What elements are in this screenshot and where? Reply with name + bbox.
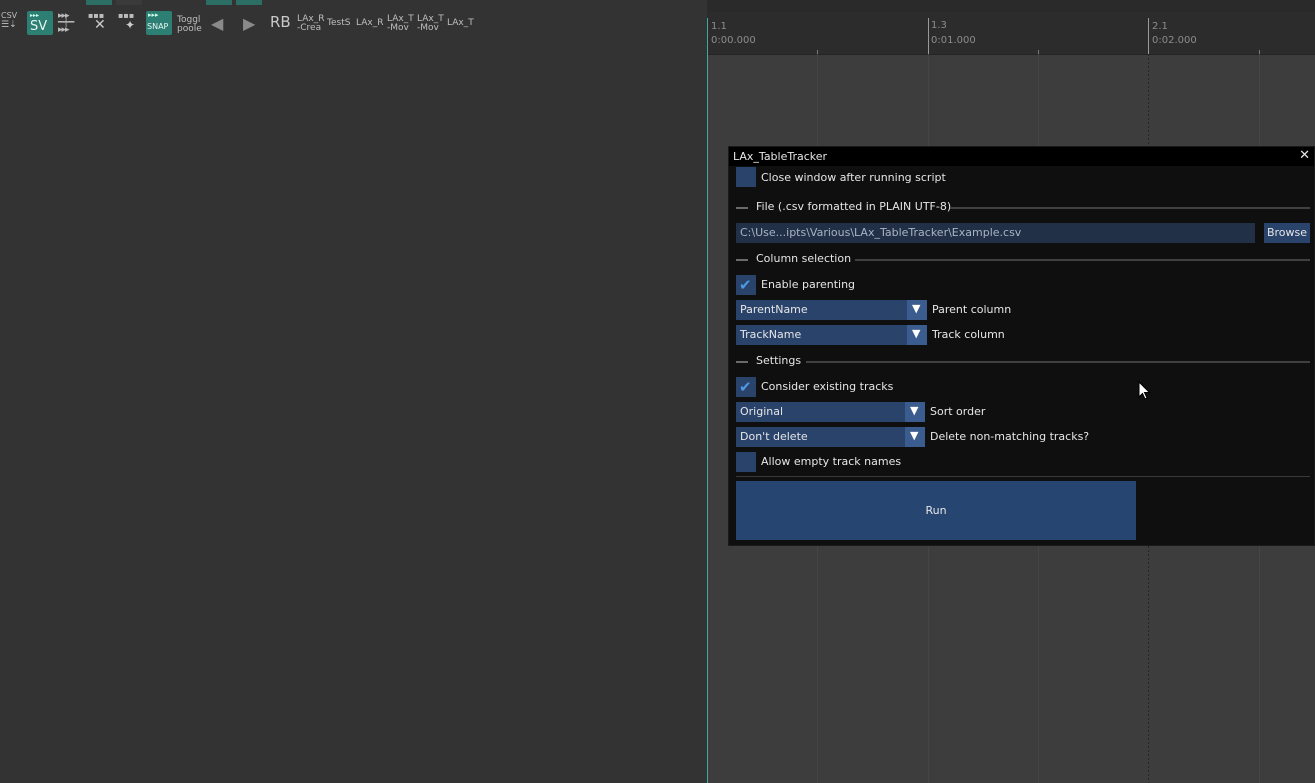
toggle-label-2: poole (177, 24, 202, 34)
sv-icon[interactable]: ▸▸▸ SV (27, 11, 53, 35)
edit-cursor[interactable] (707, 18, 708, 783)
settings-section-label: Settings (756, 354, 802, 367)
file-path-input[interactable]: C:\Use...ipts\Various\LAx_TableTracker\E… (736, 223, 1255, 243)
run-button[interactable]: Run (736, 481, 1136, 540)
dropdown-arrow: ▼ (912, 302, 921, 315)
tests-button[interactable]: TestS (327, 19, 350, 28)
rb-icon[interactable]: RB (270, 13, 291, 31)
tests-label: TestS (327, 18, 351, 28)
dropdown-arrow: ▼ (910, 429, 919, 442)
mouse-cursor-icon (1138, 381, 1151, 400)
delete-combo-value: Don't delete (740, 430, 808, 443)
allow-empty-label: Allow empty track names (761, 455, 902, 468)
separator-dash (736, 207, 748, 209)
delete-tracks-combo[interactable]: Don't delete ▼ (736, 427, 925, 447)
chevron-down-icon[interactable]: ▼ (905, 402, 925, 422)
sv-label: SV (30, 19, 48, 34)
lax-r-label: LAx_R (356, 18, 384, 28)
file-path-value: C:\Use...ipts\Various\LAx_TableTracker\E… (740, 226, 1022, 239)
lax-t-mov2-label-2: -Mov (417, 23, 439, 33)
ruler-time-label: 0:00.000 (711, 35, 756, 46)
ruler-region-lane[interactable] (707, 0, 1315, 12)
sort-order-combo[interactable]: Original ▼ (736, 402, 925, 422)
toolbar-top-icon[interactable] (206, 0, 232, 5)
snap-label: SNAP (147, 22, 169, 31)
delete-non-matching-label: Delete non-matching tracks? (930, 430, 1090, 443)
grid-icon[interactable]: ▸▸▸ ━┿━ ▸▸▸ (57, 11, 83, 35)
parent-combo-value: ParentName (740, 303, 808, 316)
toggle-icon[interactable]: Toggl poole (177, 16, 202, 34)
consider-existing-label: Consider existing tracks (761, 380, 894, 393)
snap-icon[interactable]: ▸▸▸ SNAP (146, 11, 172, 35)
toolbar-top-icon[interactable] (236, 0, 262, 5)
track-column-label: Track column (932, 328, 1005, 341)
table-tracker-dialog: LAx_TableTracker ✕ Close window after ru… (728, 146, 1315, 546)
enable-parenting-label: Enable parenting (761, 278, 856, 291)
toolbar-top-icon[interactable] (86, 0, 112, 5)
sort-combo-value: Original (740, 405, 784, 418)
dropdown-arrow: ▼ (912, 327, 921, 340)
ruler-bar-label: 1.1 (711, 21, 727, 32)
close-dialog-button[interactable]: ✕ (1299, 148, 1310, 163)
separator-line (806, 361, 1310, 363)
lax-t-mov1-label-2: -Mov (387, 23, 409, 33)
check-mark-icon: ✔ (739, 276, 752, 294)
chevron-down-icon[interactable]: ▼ (907, 300, 927, 320)
rb-label: RB (270, 13, 291, 31)
toolbar: CSV ☰⇣ ▸▸▸ SV ▸▸▸ ━┿━ ▸▸▸ ▪▪▪ ✕ ▪▪▪ ✦ ▸▸… (0, 0, 707, 40)
csv-icon[interactable]: CSV ☰⇣ (1, 11, 17, 30)
separator-dash (736, 361, 748, 363)
separator-dash (736, 259, 748, 261)
enable-parenting-checkbox[interactable]: ✔ (736, 275, 756, 295)
close-icon[interactable]: ▪▪▪ ✕ (87, 11, 113, 35)
play-icon[interactable]: ▶ (243, 14, 255, 33)
ruler-time-label: 0:02.000 (1152, 35, 1197, 46)
track-combo-value: TrackName (740, 328, 802, 341)
left-panel: CSV ☰⇣ ▸▸▸ SV ▸▸▸ ━┿━ ▸▸▸ ▪▪▪ ✕ ▪▪▪ ✦ ▸▸… (0, 0, 707, 783)
ruler-bar-label: 2.1 (1152, 21, 1168, 32)
play-reverse-icon[interactable]: ◀ (211, 14, 223, 33)
dropdown-arrow: ▼ (910, 404, 919, 417)
lax-r-button[interactable]: LAx_R (356, 19, 383, 28)
check-mark-icon: ✔ (739, 378, 752, 396)
consider-existing-checkbox[interactable]: ✔ (736, 377, 756, 397)
lax-t-mov-button-1[interactable]: LAx_T -Mov (387, 15, 414, 33)
parent-column-combo[interactable]: ParentName ▼ (736, 300, 927, 320)
chevron-down-icon[interactable]: ▼ (905, 427, 925, 447)
lax-t-button[interactable]: LAx_T (447, 19, 474, 28)
allow-empty-checkbox[interactable] (736, 452, 756, 472)
file-section-label: File (.csv formatted in PLAIN UTF-8) (756, 200, 952, 213)
close-after-checkbox[interactable] (736, 167, 756, 187)
lax-r-crea-button[interactable]: LAx_R -Crea (297, 15, 324, 33)
move-icon[interactable]: ▪▪▪ ✦ (117, 11, 143, 35)
browse-button[interactable]: Browse (1264, 223, 1310, 243)
sort-order-label: Sort order (930, 405, 986, 418)
lax-r-crea-label-2: -Crea (297, 23, 322, 33)
parent-column-label: Parent column (932, 303, 1012, 316)
close-after-label: Close window after running script (761, 171, 946, 184)
column-section-label: Column selection (756, 252, 852, 265)
chevron-down-icon[interactable]: ▼ (907, 325, 927, 345)
toolbar-top-icon[interactable] (116, 0, 142, 5)
timeline-ruler[interactable]: 1.1 0:00.000 1.3 0:01.000 2.1 0:02.000 (707, 0, 1315, 55)
ruler-bar-label: 1.3 (931, 20, 947, 31)
csv-label: CSV (1, 11, 18, 20)
ruler-time-label: 0:01.000 (931, 35, 976, 46)
dialog-title-bar[interactable]: LAx_TableTracker ✕ (729, 147, 1314, 166)
separator-line (855, 259, 1310, 261)
separator-line (950, 207, 1310, 209)
dialog-title: LAx_TableTracker (733, 150, 828, 163)
track-column-combo[interactable]: TrackName ▼ (736, 325, 927, 345)
lax-t-label: LAx_T (447, 18, 474, 28)
lax-t-mov-button-2[interactable]: LAx_T -Mov (417, 15, 444, 33)
ruler-tick (1148, 18, 1149, 54)
separator-line (736, 476, 1310, 477)
ruler-tick (928, 18, 929, 54)
